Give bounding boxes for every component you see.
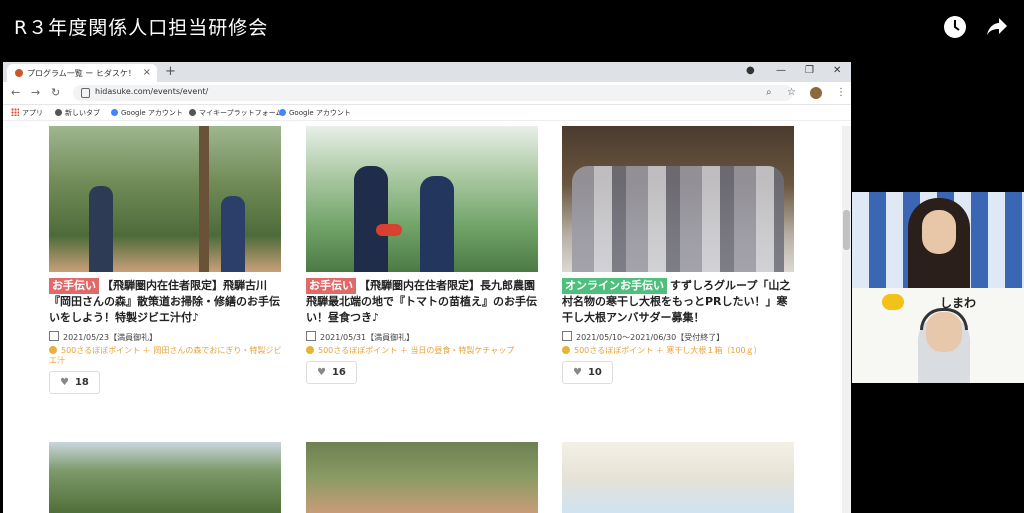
category-badge: オンラインお手伝い [562, 278, 667, 294]
bookmark-label: Google アカウント [289, 109, 351, 117]
google-icon [279, 109, 286, 116]
event-image-village[interactable] [49, 442, 281, 513]
page-scrollbar[interactable] [842, 126, 851, 513]
person-figure [420, 176, 454, 272]
reload-icon[interactable]: ↻ [51, 86, 60, 99]
video-title: R３年度関係人口担当研修会 [14, 17, 269, 39]
event-card[interactable]: お手伝い 【飛騨圏内在住者限定】飛騨古川『岡田さんの森』散策道お掃除・修繕のお手伝… [49, 126, 283, 394]
site-favicon-icon [15, 69, 23, 77]
google-icon [111, 109, 118, 116]
back-icon[interactable]: ← [11, 86, 20, 99]
tab-bar: プログラム一覧 ー ヒダスケ！ × + ● — ❐ ✕ [3, 62, 851, 82]
bookmark-label: Google アカウント [121, 109, 183, 117]
like-button[interactable]: ♥ 10 [562, 361, 613, 384]
scrollbar-thumb[interactable] [843, 210, 850, 250]
page-content: お手伝い 【飛騨圏内在住者限定】飛騨古川『岡田さんの森』散策道お掃除・修繕のお手伝… [3, 126, 851, 513]
event-reward: 500さるぼぼポイント ＋ 岡田さんの森でおにぎり・特製ジビエ汁 [49, 346, 283, 366]
heart-icon: ♥ [317, 367, 326, 378]
person-figure [89, 186, 113, 272]
tomato-basket [376, 224, 402, 236]
maximize-icon[interactable]: ❐ [805, 65, 814, 76]
event-title: オンラインお手伝い すずしろグループ「山之村名物の寒干し大根をもっとPRしたい！」… [562, 278, 796, 326]
event-title: お手伝い 【飛騨圏内在住者限定】長九郎農園飛騨最北端の地で『トマトの苗植え』のお手… [306, 278, 540, 326]
event-card[interactable]: お手伝い 【飛騨圏内在住者限定】長九郎農園飛騨最北端の地で『トマトの苗植え』のお手… [306, 126, 540, 384]
globe-icon [189, 109, 196, 116]
share-icon[interactable] [983, 14, 1009, 40]
event-date: 2021/05/23【満員御礼】 [49, 331, 283, 343]
group-figures [572, 166, 784, 272]
globe-icon [55, 109, 62, 116]
event-image-hands[interactable] [306, 442, 538, 513]
close-tab-icon[interactable]: × [143, 67, 151, 78]
like-count: 10 [587, 367, 602, 378]
event-date: 2021/05/31【満員御礼】 [306, 331, 540, 343]
presenter-face [922, 210, 956, 254]
bookmark-newtab[interactable]: 新しいタブ [55, 108, 100, 118]
reward-text: 500さるぼぼポイント ＋ 当日の昼食・特製ケチャップ [318, 346, 515, 355]
bookmark-apps[interactable]: アプリ [11, 108, 43, 118]
forward-icon[interactable]: → [31, 86, 40, 99]
reward-text: 500さるぼぼポイント ＋ 岡田さんの森でおにぎり・特製ジビエ汁 [49, 346, 282, 365]
webcam-top-feed [852, 192, 1024, 288]
heart-icon: ♥ [60, 377, 69, 388]
event-reward: 500さるぼぼポイント ＋ 当日の昼食・特製ケチャップ [306, 346, 540, 356]
new-tab-icon[interactable]: + [165, 64, 176, 79]
like-button[interactable]: ♥ 18 [49, 371, 100, 394]
url-text: hidasuke.com/events/event/ [95, 87, 209, 96]
like-count: 18 [74, 377, 89, 388]
minimize-icon[interactable]: — [776, 65, 786, 76]
bookmark-google-account-2[interactable]: Google アカウント [279, 108, 351, 118]
person-figure [354, 166, 388, 272]
heart-icon: ♥ [573, 367, 582, 378]
category-badge: お手伝い [306, 278, 356, 294]
webcam-bottom-feed: しまわ [852, 288, 1024, 383]
event-reward: 500さるぼぼポイント ＋ 寒干し大根１箱（100ｇ） [562, 346, 796, 356]
person-figure [221, 196, 245, 272]
medal-icon [49, 346, 57, 354]
event-image-group[interactable] [562, 126, 794, 272]
bookmark-label: マイキープラットフォーム [199, 109, 283, 117]
close-window-icon[interactable]: ✕ [833, 65, 841, 76]
clock-icon[interactable] [942, 14, 968, 40]
bookmark-star-icon[interactable]: ☆ [787, 87, 796, 98]
calendar-icon [49, 331, 59, 341]
date-text: 2021/05/31【満員御礼】 [320, 333, 415, 342]
event-image-forest[interactable] [49, 126, 281, 272]
calendar-icon [306, 331, 316, 341]
logo-mascot-icon [882, 294, 904, 310]
like-button[interactable]: ♥ 16 [306, 361, 357, 384]
tree-trunk [199, 126, 209, 272]
browser-window: プログラム一覧 ー ヒダスケ！ × + ● — ❐ ✕ ← → ↻ hidasu… [3, 62, 851, 513]
event-title: お手伝い 【飛騨圏内在住者限定】飛騨古川『岡田さんの森』散策道お掃除・修繕のお手伝… [49, 278, 283, 326]
zoom-icon[interactable]: ⌕ [766, 87, 772, 98]
medal-icon [562, 346, 570, 354]
tab-title: プログラム一覧 ー ヒダスケ！ [27, 69, 136, 78]
omnibox[interactable]: hidasuke.com/events/event/ [73, 85, 793, 101]
event-card[interactable]: オンラインお手伝い すずしろグループ「山之村名物の寒干し大根をもっとPRしたい！」… [562, 126, 796, 384]
category-badge: お手伝い [49, 278, 99, 294]
calendar-icon [562, 331, 572, 341]
bookmark-label: アプリ [22, 109, 43, 117]
browser-tab[interactable]: プログラム一覧 ー ヒダスケ！ × [7, 64, 157, 82]
date-text: 2021/05/23【満員御礼】 [63, 333, 158, 342]
lock-icon [81, 88, 90, 98]
date-text: 2021/05/10〜2021/06/30【受付終了】 [576, 333, 725, 342]
address-bar-row: ← → ↻ hidasuke.com/events/event/ ⌕ ☆ ⋮ [3, 82, 851, 105]
bookmark-label: 新しいタブ [65, 109, 100, 117]
like-count: 16 [331, 367, 346, 378]
record-icon: ● [746, 65, 755, 76]
event-image-greenhouse[interactable] [306, 126, 538, 272]
medal-icon [306, 346, 314, 354]
bookmarks-bar: アプリ 新しいタブ Google アカウント マイキープラットフォーム Goog… [3, 105, 851, 121]
reward-text: 500さるぼぼポイント ＋ 寒干し大根１箱（100ｇ） [574, 346, 762, 355]
event-date: 2021/05/10〜2021/06/30【受付終了】 [562, 331, 796, 343]
profile-avatar-icon[interactable] [810, 87, 822, 99]
bookmark-google-account[interactable]: Google アカウント [111, 108, 183, 118]
menu-icon[interactable]: ⋮ [836, 87, 846, 98]
headset-icon [920, 308, 968, 330]
webcam-panel: しまわ [852, 192, 1024, 383]
apps-grid-icon [11, 108, 19, 116]
bookmark-myky[interactable]: マイキープラットフォーム [189, 108, 282, 118]
event-image-products[interactable] [562, 442, 794, 513]
